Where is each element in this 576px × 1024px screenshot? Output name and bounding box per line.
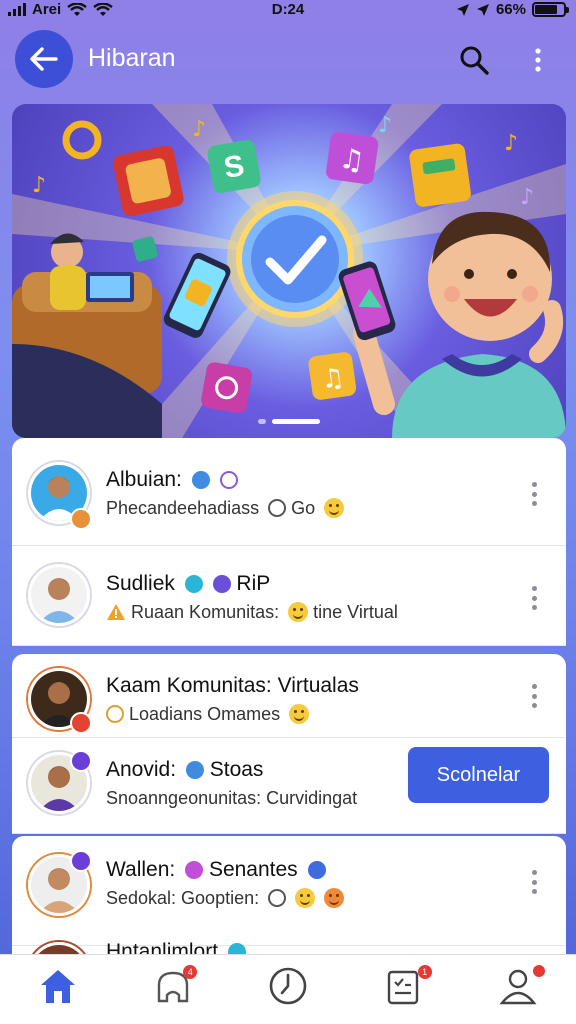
- list-item[interactable]: Kaam Komunitas: Virtualas Loadians Omame…: [12, 654, 566, 738]
- verified-icon: [191, 471, 210, 489]
- nav-explore[interactable]: [230, 955, 345, 1024]
- compass-icon: [269, 967, 307, 1005]
- item-subtitle: Phecandeehadiass Go: [106, 498, 345, 519]
- nav-community[interactable]: 4: [115, 955, 230, 1024]
- location-arrow-icon: [476, 3, 489, 16]
- svg-text:♪: ♪: [192, 117, 206, 142]
- list-item[interactable]: Anovid: Stoas Snoanngeonunitas: Curvidin…: [12, 738, 566, 834]
- chat-icon: [268, 889, 287, 907]
- smile-emoji-icon: [295, 888, 316, 908]
- music-note-icon: [185, 761, 204, 779]
- item-more-button[interactable]: [524, 682, 544, 710]
- verified-icon: [307, 861, 326, 879]
- item-subtitle: Sedokal: Gooptien:: [106, 888, 345, 909]
- join-button[interactable]: Scolnelar: [408, 747, 549, 803]
- item-title: Wallen: Senantes: [106, 858, 326, 882]
- item-subtitle: Loadians Omames: [106, 704, 310, 725]
- item-subtitle-text: Phecandeehadiass: [106, 498, 260, 518]
- item-subtitle-tail: Go: [291, 498, 316, 518]
- status-badge: [70, 750, 92, 772]
- item-subtitle-text: Ruaan Komunitas:: [131, 602, 280, 622]
- more-options-button[interactable]: [522, 40, 554, 80]
- battery-percent: 66%: [495, 1, 526, 18]
- item-title: Anovid: Stoas: [106, 758, 263, 782]
- rocket-icon: [219, 471, 238, 489]
- list-item[interactable]: Sudliek RiP Ruaan Komunitas: tine Virtua…: [12, 546, 566, 646]
- promo-banner[interactable]: S ♫ ♫ ♪ ♪ ♪ ♪ ♪: [12, 104, 566, 438]
- timer-icon: [106, 705, 124, 723]
- item-title: Albuian:: [106, 468, 238, 492]
- battery-icon: [532, 2, 569, 17]
- item-subtitle: Ruaan Komunitas: tine Virtual: [106, 602, 398, 623]
- back-button[interactable]: [15, 30, 73, 88]
- avatar: [28, 564, 90, 626]
- bottom-nav: 4 1: [0, 954, 576, 1024]
- notification-dot: [532, 965, 545, 977]
- home-icon: [40, 970, 75, 1003]
- item-more-button[interactable]: [524, 584, 544, 612]
- smile-emoji-icon: [288, 602, 309, 622]
- item-subtitle-text: Loadians Omames: [129, 704, 281, 724]
- item-name-tail: RiP: [236, 572, 271, 595]
- notification-badge: 1: [417, 965, 432, 979]
- pagination-dot[interactable]: [258, 419, 266, 424]
- item-more-button[interactable]: [524, 868, 544, 896]
- more-vertical-icon: [535, 48, 541, 72]
- banner-pagination: [12, 419, 566, 424]
- svg-text:♪: ♪: [520, 185, 534, 210]
- search-button[interactable]: [454, 40, 494, 80]
- item-name-tail: Stoas: [209, 758, 264, 781]
- item-subtitle: Snoanngeonunitas: Curvidingat: [106, 788, 358, 808]
- star-eyes-emoji-icon: [324, 888, 345, 908]
- verified-icon: [184, 575, 203, 593]
- list-item[interactable]: Albuian: Phecandeehadiass Go: [12, 438, 566, 546]
- warning-icon: [107, 604, 125, 620]
- svg-text:♫: ♫: [337, 141, 366, 177]
- smile-emoji-icon: [289, 704, 310, 724]
- list-item[interactable]: Wallen: Senantes Sedokal: Gooptien:: [12, 836, 566, 946]
- item-name-tail: Senantes: [208, 858, 298, 881]
- location-arrow-icon: [456, 3, 469, 16]
- item-name: Sudliek: [106, 572, 175, 595]
- pagination-dot-active[interactable]: [272, 419, 320, 424]
- notification-badge: 4: [183, 965, 198, 979]
- svg-text:♪: ♪: [378, 113, 392, 138]
- chat-icon: [268, 499, 287, 517]
- svg-text:♫: ♫: [319, 362, 346, 395]
- nav-home[interactable]: [0, 955, 115, 1024]
- status-badge: [70, 850, 92, 872]
- item-more-button[interactable]: [524, 480, 544, 508]
- page-title: Hibaran: [88, 44, 176, 72]
- star-badge-icon: [212, 575, 231, 593]
- item-name: Anovid:: [106, 758, 177, 781]
- item-name: Wallen:: [106, 858, 176, 881]
- nav-profile[interactable]: [461, 955, 576, 1024]
- arrow-left-icon: [30, 47, 58, 71]
- svg-text:♪: ♪: [504, 131, 518, 156]
- item-subtitle-text: Sedokal: Gooptien:: [106, 888, 260, 908]
- status-right: 66%: [456, 1, 569, 18]
- item-subtitle-tail: tine Virtual: [313, 602, 398, 622]
- community-list: Albuian: Phecandeehadiass Go Sudliek RiP…: [12, 438, 566, 1024]
- status-badge: [70, 712, 92, 734]
- item-title: Kaam Komunitas: Virtualas: [106, 674, 359, 697]
- app-header: Hibaran: [0, 30, 576, 90]
- item-title: Sudliek RiP: [106, 572, 270, 596]
- banner-illustration: S ♫ ♫ ♪ ♪ ♪ ♪ ♪: [12, 104, 566, 438]
- search-icon: [460, 46, 489, 75]
- smile-emoji-icon: [324, 498, 345, 518]
- nav-tasks[interactable]: 1: [346, 955, 461, 1024]
- status-bar: Arei D:24 66%: [0, 0, 576, 22]
- svg-text:♪: ♪: [32, 173, 46, 198]
- mic-icon: [185, 861, 204, 879]
- status-badge: [70, 508, 92, 530]
- item-name: Albuian:: [106, 468, 182, 491]
